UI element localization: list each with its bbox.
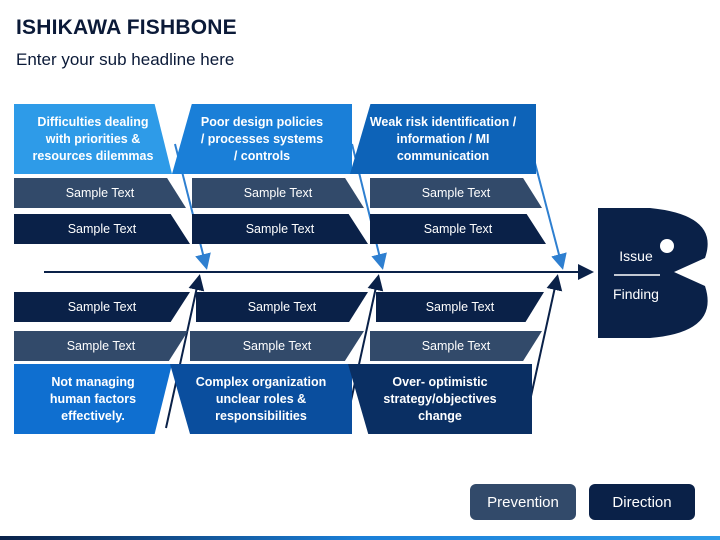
bottom-cause-3-label: Over- optimistic strategy/objectives cha… [383,374,497,423]
top-cause-2-item-2: Sample Text [192,214,368,244]
bottom-cause-3-item-1: Sample Text [376,292,544,322]
top-cause-3-item-1: Sample Text [370,178,542,208]
fish-head-shape [598,208,708,338]
top-cause-3: Weak risk identification / information /… [350,104,536,174]
bottom-cause-2-item-1: Sample Text [196,292,368,322]
bottom-cause-1-item-1: Sample Text [14,292,190,322]
top-cause-2: Poor design policies / processes systems… [172,104,352,174]
fish-head-issue: Issue [619,248,653,264]
bottom-cause-1: Not managing human factors effectively. [14,364,172,434]
top-cause-1: Difficulties dealing with priorities & r… [14,104,172,174]
top-cause-2-item-1: Sample Text [192,178,364,208]
top-cause-2-label: Poor design policies / processes systems… [200,114,324,163]
direction-button[interactable]: Direction [589,484,695,520]
bottom-cause-3: Over- optimistic strategy/objectives cha… [348,364,532,434]
prevention-button[interactable]: Prevention [470,484,576,520]
top-cause-3-label: Weak risk identification / information /… [369,114,517,163]
bottom-cause-1-item-2: Sample Text [14,331,188,361]
fishbone-connectors [44,143,708,429]
bottom-cause-2-item-2: Sample Text [190,331,364,361]
footer-accent-bar [0,536,720,540]
bottom-cause-2-label: Complex organization unclear roles & res… [195,374,327,423]
top-cause-1-item-1: Sample Text [14,178,186,208]
bottom-cause-3-item-2: Sample Text [370,331,542,361]
top-cause-1-label: Difficulties dealing with priorities & r… [32,114,154,163]
top-cause-3-item-2: Sample Text [370,214,546,244]
top-cause-1-item-2: Sample Text [14,214,190,244]
fish-head-finding: Finding [613,286,659,302]
bottom-cause-1-label: Not managing human factors effectively. [49,374,137,423]
bottom-cause-2: Complex organization unclear roles & res… [170,364,352,434]
